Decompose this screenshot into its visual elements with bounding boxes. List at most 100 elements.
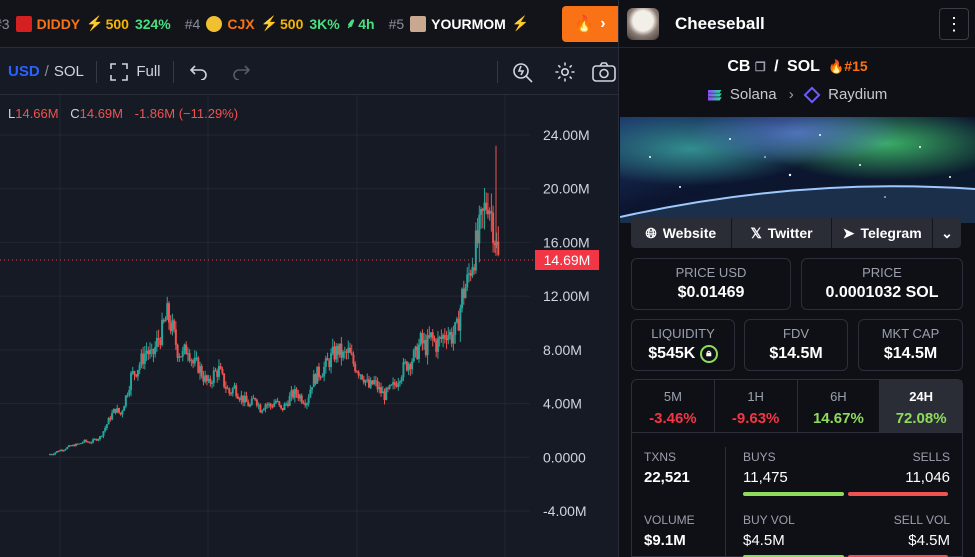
tab-1h[interactable]: 1H -9.63% [715,380,798,432]
candle [335,342,338,363]
chart-toolbar: USD / SOL Full [0,49,618,95]
ticker-item[interactable]: #5 YOURMOM ⚡ [389,15,532,32]
candle [121,409,124,418]
candle [367,375,370,389]
copy-icon[interactable]: ❐ [755,60,766,74]
candle [85,439,88,443]
candle [114,408,117,415]
candle [235,383,238,399]
candle [292,388,295,400]
candle [293,385,296,403]
candle [167,301,170,330]
price-tick-label: 8.00M [543,342,582,358]
ticker-item[interactable]: #4 CJX ⚡ 500 3K% ⸙ 4h [185,14,375,33]
tab-6h[interactable]: 6H 14.67% [798,380,881,432]
candle [462,280,465,305]
chain-name[interactable]: Solana [730,86,777,103]
price-tick-label: 16.00M [543,234,590,250]
candle [135,373,138,378]
candle [62,449,65,452]
candle [243,391,246,407]
market-cap-card: MKT CAP $14.5M [858,319,963,371]
buys-bar [743,492,844,496]
candle [190,358,193,367]
toolbar-divider [496,60,498,83]
candle [485,192,488,215]
candle [252,394,255,400]
candle [174,321,177,350]
tab-5m[interactable]: 5M -3.46% [632,380,715,432]
candle [140,349,143,369]
price-axis[interactable]: 24.00M 20.00M 16.00M 12.00M 8.00M 4.00M 0.0000… [543,127,590,519]
token-avatar [15,15,32,32]
price-tick-label: -4.00M [543,503,587,519]
candle [280,404,283,410]
currency-usd-toggle[interactable]: USD [8,63,40,80]
candle [166,296,169,321]
social-links: 🌐︎ Website 𝕏 Twitter ➤ Telegram ⌄ [631,218,961,248]
dex-name[interactable]: Raydium [828,86,887,103]
tab-label: 5M [663,389,682,404]
ticker-item[interactable]: #3 DIDDY ⚡ 500 324% [0,15,171,32]
price-tick-label: 24.00M [543,127,590,143]
candle [123,405,126,411]
telegram-link[interactable]: ➤ Telegram [832,218,934,248]
price-chart[interactable]: 24.00M 20.00M 16.00M 12.00M 8.00M 4.00M 0.0000… [0,95,618,557]
candle [183,343,186,355]
currency-sol-toggle[interactable]: SOL [54,63,84,80]
ticker-symbol: YOURMOM [431,15,506,32]
pair-base: CB [727,58,751,75]
twitter-link[interactable]: 𝕏 Twitter [732,218,833,248]
candle [490,193,493,232]
candle [136,369,139,381]
candle [212,366,215,387]
candle [54,452,57,456]
candle [255,398,258,408]
candle [392,377,395,390]
tab-24h[interactable]: 24H 72.08% [880,380,962,432]
candle [69,445,72,447]
token-header: Cheeseball ⋮ [619,0,975,48]
indicators-icon[interactable] [509,58,537,86]
candle [86,441,89,443]
more-links-button[interactable]: ⌄ [933,218,961,248]
candle [355,370,358,373]
candle [119,412,122,416]
candle [199,361,201,380]
candle [262,407,265,411]
candle [455,316,458,324]
token-name: Cheeseball [675,13,765,33]
more-options-icon[interactable]: ⋮ [939,8,969,40]
candle [61,448,64,452]
price-tick-label: 0.0000 [543,449,586,465]
candle [128,385,131,398]
undo-icon[interactable] [186,58,214,86]
full-button[interactable]: Full [136,63,160,80]
candle [178,353,181,362]
fdv-card: FDV $14.5M [744,319,848,371]
settings-gear-icon[interactable] [551,58,579,86]
ticker-rank: #5 [388,15,405,32]
trending-fire-button[interactable]: 🔥 › [562,6,618,42]
candle [159,336,162,350]
candle [330,348,333,374]
chevron-down-icon: ⌄ [941,224,953,241]
candle [164,316,167,322]
candle [328,358,331,371]
redo-icon[interactable] [227,58,255,86]
candle [249,403,251,408]
lock-icon[interactable]: 🔒︎ [699,345,718,363]
candle [259,403,262,413]
fullscreen-icon[interactable] [105,58,133,86]
ticker-rank: #3 [0,15,10,32]
candle [154,341,157,358]
website-link[interactable]: 🌐︎ Website [631,218,732,248]
camera-icon[interactable] [590,58,618,86]
txns-label: TXNS [644,450,677,464]
candle [209,375,212,387]
candle [438,335,441,347]
tab-change: 72.08% [895,410,947,427]
candle [419,331,422,347]
candle [469,269,472,282]
candle [486,192,489,219]
